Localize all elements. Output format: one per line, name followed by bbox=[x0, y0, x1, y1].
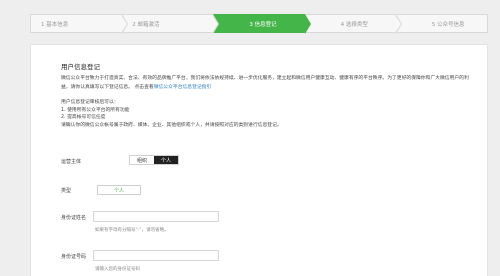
id-name-label: 身份证姓名 bbox=[61, 215, 87, 221]
id-number-label: 身份证号码 bbox=[61, 254, 87, 260]
registration-panel: 用户信息登记 微信公众平台致力于打造真实、合法、有效的品牌推广平台，我们将依法依… bbox=[30, 44, 488, 276]
step-info-registration: 3 信息登记 bbox=[213, 14, 311, 34]
chevron-right-icon bbox=[303, 14, 311, 34]
subject-option-individual[interactable]: 个人 bbox=[154, 156, 178, 164]
step-select-type: 4 选择类型 bbox=[304, 14, 402, 34]
subject-toggle: 组织 个人 bbox=[129, 155, 179, 165]
page-title: 用户信息登记 bbox=[61, 63, 100, 71]
type-chip-individual[interactable]: 个人 bbox=[97, 185, 141, 195]
intro-link-prefix: 点击查看 bbox=[134, 84, 154, 90]
chevron-right-icon bbox=[394, 14, 402, 34]
step-account-info: 5 公众号信息 bbox=[395, 14, 489, 33]
benefit-item: 1. 使用所有公众平台的所有功能 bbox=[61, 107, 130, 113]
id-number-hint: 请输入您的身份证号码 bbox=[95, 267, 140, 272]
chevron-right-icon bbox=[121, 14, 129, 34]
benefits-title: 用户信息登记审核后可以： bbox=[61, 100, 119, 105]
intro-paragraph: 微信公众平台致力于打造真实、合法、有效的品牌推广平台，我们将依法依规持续、进一步… bbox=[61, 75, 469, 92]
step-label: 2 邮箱激活 bbox=[132, 21, 160, 28]
registration-guide-link[interactable]: 微信公众平台信息登记指引 bbox=[154, 85, 212, 90]
subject-label: 运营主体 bbox=[61, 159, 82, 165]
id-name-input[interactable] bbox=[93, 211, 219, 222]
benefits-list: 用户信息登记审核后可以： 1. 使用所有公众平台的所有功能 2. 提高帐号可信任… bbox=[61, 99, 282, 129]
step-label: 5 公众号信息 bbox=[431, 21, 465, 28]
benefit-item: 2. 提高帐号可信任度 bbox=[61, 115, 106, 121]
id-name-hint: 如果有字母有分隔号“·”，请勿省略。 bbox=[95, 228, 169, 233]
step-basic-info: 1 基本信息 bbox=[30, 14, 129, 34]
progress-stepper: 1 基本信息 2 邮箱激活 3 信息登记 4 选择类型 5 公众号信息 bbox=[30, 14, 489, 34]
step-email-activation: 2 邮箱激活 bbox=[122, 14, 220, 34]
id-number-input[interactable] bbox=[93, 250, 219, 261]
step-label: 4 选择类型 bbox=[340, 21, 368, 28]
chevron-right-icon bbox=[212, 14, 220, 34]
subject-option-organization[interactable]: 组织 bbox=[130, 156, 154, 164]
category-note: 请确认你的微信公众帐号属于政府、媒体、企业、其他组织或个人，并请按照对应的类别进… bbox=[61, 122, 282, 128]
step-label: 3 信息登记 bbox=[249, 21, 277, 28]
type-label: 类型 bbox=[61, 188, 72, 194]
step-label: 1 基本信息 bbox=[41, 21, 69, 28]
intro-text: 微信公众平台致力于打造真实、合法、有效的品牌推广平台，我们将依法依规持续、进一步… bbox=[61, 76, 469, 90]
